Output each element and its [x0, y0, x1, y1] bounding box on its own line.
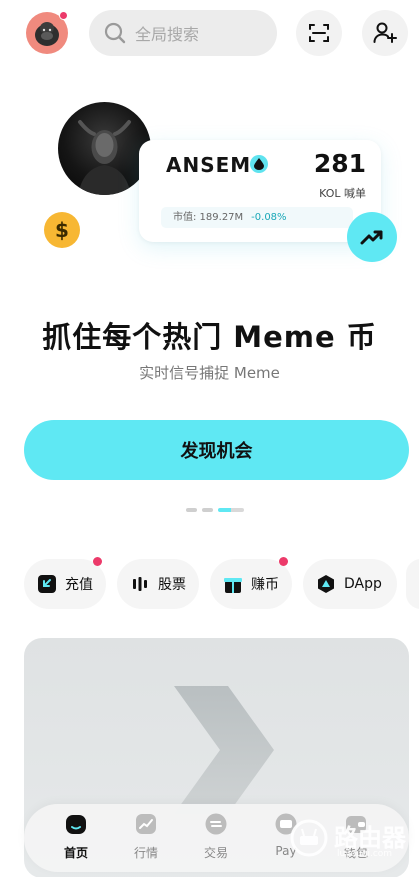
kol-call-count-label: KOL 喊单 — [319, 187, 366, 200]
notification-dot — [59, 11, 68, 20]
scan-button[interactable] — [296, 10, 342, 56]
kol-portrait — [58, 102, 151, 195]
pager-dot-active[interactable] — [218, 508, 244, 512]
home-icon — [64, 812, 88, 836]
dapp-icon — [316, 574, 336, 594]
search-placeholder: 全局搜索 — [135, 25, 200, 44]
tab-label: 行情 — [133, 846, 158, 860]
market-cap-label: 市值: 189.27M — [173, 212, 244, 223]
shortcut-earn[interactable]: 赚币 — [210, 557, 292, 609]
verified-drop-icon — [250, 155, 268, 173]
trend-button[interactable] — [347, 212, 397, 262]
tab-trade[interactable]: 交易 — [186, 812, 246, 868]
tab-label: 首页 — [63, 846, 88, 860]
kol-call-count: 281 — [313, 149, 366, 178]
pager-dot[interactable] — [202, 508, 213, 512]
add-friend-icon — [373, 22, 397, 43]
profile-avatar-button[interactable] — [26, 11, 68, 54]
deposit-icon — [37, 574, 57, 594]
hero-subline: 实时信号捕捉 Meme — [139, 364, 280, 382]
earn-gift-icon — [223, 574, 243, 594]
trade-icon — [204, 812, 228, 836]
watermark-subtext: luyouqi.com — [337, 849, 393, 859]
search-icon — [104, 22, 126, 44]
shortcut-label: 充值 — [65, 577, 93, 593]
watermark-text: 路由器 — [334, 824, 406, 852]
kol-name: ANSEM — [166, 153, 252, 177]
pager-dot[interactable] — [186, 508, 197, 512]
add-friend-button[interactable] — [362, 10, 408, 56]
router-logo-icon — [290, 819, 328, 857]
market-icon — [134, 812, 158, 836]
shortcut-dapp[interactable]: DApp — [303, 559, 397, 609]
top-bar: 全局搜索 — [0, 0, 419, 66]
tab-label: 交易 — [203, 846, 228, 860]
trending-up-icon — [360, 230, 383, 245]
watermark: 路由器 luyouqi.com — [290, 810, 414, 866]
price-change: -0.08% — [251, 212, 287, 223]
kol-portrait-image — [78, 120, 131, 195]
shortcut-badge — [279, 557, 288, 566]
shortcut-stocks[interactable]: 股票 — [117, 559, 199, 609]
shortcut-deposit[interactable]: 充值 — [24, 557, 106, 609]
carousel-pager — [186, 508, 244, 512]
shortcut-label: 股票 — [158, 577, 186, 593]
discover-opportunities-button[interactable]: 发现机会 — [24, 420, 409, 480]
stocks-icon — [130, 574, 150, 594]
tab-market[interactable]: 行情 — [116, 812, 176, 868]
search-bar[interactable]: 全局搜索 — [89, 10, 277, 56]
tab-home[interactable]: 首页 — [46, 812, 106, 868]
shortcut-more-partial[interactable] — [406, 559, 419, 609]
gorilla-avatar-icon — [35, 22, 59, 46]
hero-headline: 抓住每个热门 Meme 币 — [42, 320, 377, 354]
shortcut-badge — [93, 557, 102, 566]
dollar-coin-icon: $ — [44, 212, 80, 248]
shortcut-label: DApp — [344, 576, 382, 592]
scan-icon — [309, 24, 329, 42]
shortcut-label: 赚币 — [251, 577, 279, 593]
market-cap-row: 市值: 189.27M -0.08% — [161, 207, 353, 228]
kol-signal-card[interactable]: ANSEM 281 KOL 喊单 市值: 189.27M -0.08% — [139, 140, 381, 242]
